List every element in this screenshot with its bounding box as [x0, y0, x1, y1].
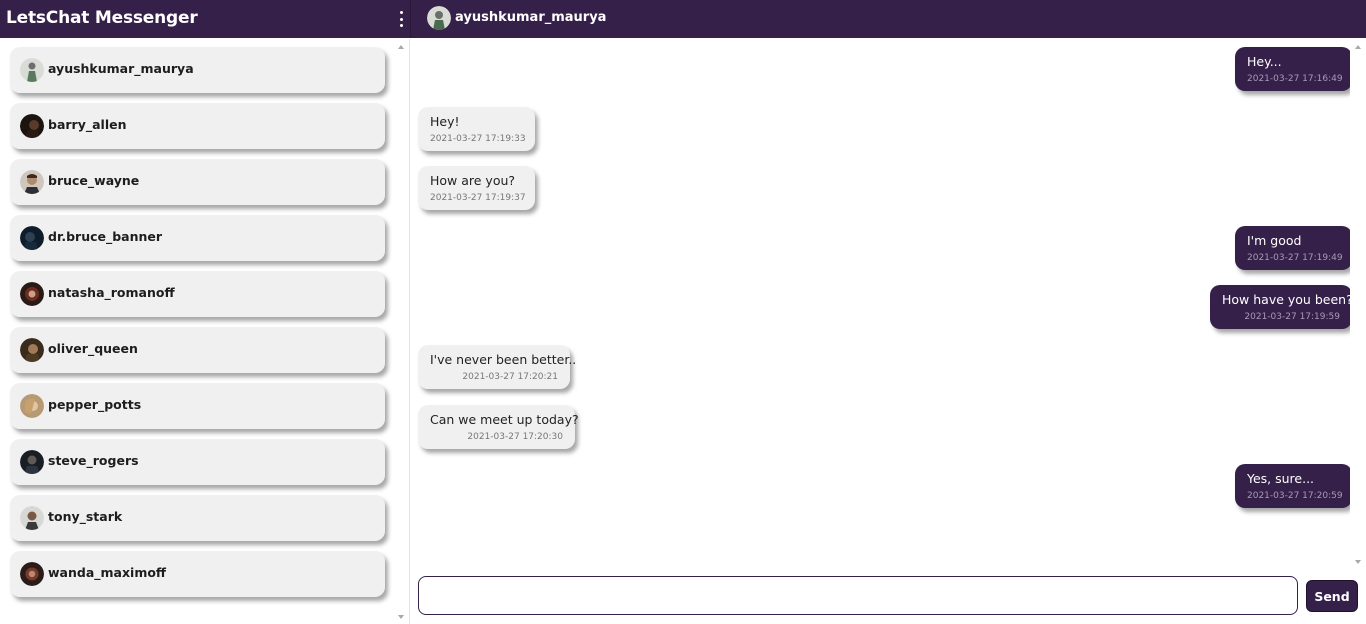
contact-name: barry_allen	[48, 117, 127, 132]
contact-name: wanda_maximoff	[48, 565, 167, 580]
message-bubble-received: Can we meet up today? 2021-03-27 17:20:3…	[418, 405, 579, 449]
avatar	[20, 338, 44, 362]
top-bar: LetsChat Messenger ayushkumar_maurya	[0, 0, 1366, 38]
contact-name: dr.bruce_banner	[48, 229, 163, 244]
avatar	[20, 58, 44, 82]
message-text: Yes, sure...	[1247, 471, 1315, 486]
message-text: Hey!	[430, 114, 460, 129]
chat-panel: Hey... 2021-03-27 17:16:49 Hey! 2021-03-…	[411, 39, 1366, 624]
message-bubble-sent: Hey... 2021-03-27 17:16:49	[1235, 47, 1350, 91]
message-text: Can we meet up today?	[430, 412, 579, 427]
avatar	[20, 562, 44, 586]
message-bubble-sent: Yes, sure... 2021-03-27 17:20:59	[1235, 464, 1350, 508]
message-bubble-received: How are you? 2021-03-27 17:19:37	[418, 166, 535, 210]
contact-item-natasha-romanoff[interactable]: natasha_romanoff	[10, 271, 385, 317]
contact-name: tony_stark	[48, 509, 123, 524]
message-timestamp: 2021-03-27 17:19:49	[1247, 253, 1343, 263]
message-text: How are you?	[430, 173, 516, 188]
message-bubble-sent: I'm good 2021-03-27 17:19:49	[1235, 226, 1350, 270]
avatar	[20, 282, 44, 306]
message-timestamp: 2021-03-27 17:20:30	[467, 432, 563, 442]
more-vertical-icon[interactable]	[396, 11, 406, 27]
contact-item-dr-bruce-banner[interactable]: dr.bruce_banner	[10, 215, 385, 261]
contact-name: oliver_queen	[48, 341, 138, 356]
contact-item-oliver-queen[interactable]: oliver_queen	[10, 327, 385, 373]
message-timestamp: 2021-03-27 17:20:21	[462, 372, 558, 382]
message-input[interactable]	[418, 576, 1298, 615]
scroll-down-arrow-icon[interactable]	[398, 615, 404, 619]
scroll-down-arrow-icon[interactable]	[1355, 560, 1361, 564]
contact-item-wanda-maximoff[interactable]: wanda_maximoff	[10, 551, 385, 597]
message-list: Hey... 2021-03-27 17:16:49 Hey! 2021-03-…	[411, 39, 1350, 569]
message-timestamp: 2021-03-27 17:19:37	[430, 193, 526, 203]
contact-name: natasha_romanoff	[48, 285, 175, 300]
contact-name: ayushkumar_maurya	[48, 61, 194, 76]
message-bubble-sent: How have you been? 2021-03-27 17:19:59	[1210, 285, 1350, 329]
chat-contact-name: ayushkumar_maurya	[455, 10, 607, 25]
contact-item-steve-rogers[interactable]: steve_rogers	[10, 439, 385, 485]
contact-list: ayushkumar_maurya barry_allen bruce_wayn…	[0, 39, 392, 624]
message-text: Hey...	[1247, 54, 1282, 69]
divider	[410, 0, 411, 38]
send-button[interactable]: Send	[1306, 580, 1358, 612]
scroll-up-arrow-icon[interactable]	[398, 45, 404, 49]
message-bubble-received: I've never been better.. 2021-03-27 17:2…	[418, 345, 577, 389]
message-timestamp: 2021-03-27 17:16:49	[1247, 74, 1343, 84]
message-text: I'm good	[1247, 233, 1302, 248]
contact-item-bruce-wayne[interactable]: bruce_wayne	[10, 159, 385, 205]
contact-name: steve_rogers	[48, 453, 139, 468]
app-title: LetsChat Messenger	[6, 8, 198, 28]
contact-item-ayushkumar-maurya[interactable]: ayushkumar_maurya	[10, 47, 385, 93]
message-text: I've never been better..	[430, 352, 577, 367]
message-timestamp: 2021-03-27 17:19:33	[430, 134, 526, 144]
contact-name: bruce_wayne	[48, 173, 140, 188]
avatar	[20, 114, 44, 138]
scroll-up-arrow-icon[interactable]	[1355, 45, 1361, 49]
contact-item-tony-stark[interactable]: tony_stark	[10, 495, 385, 541]
avatar	[20, 450, 44, 474]
message-text: How have you been?	[1222, 292, 1350, 307]
chat-scrollbar[interactable]	[1350, 39, 1366, 569]
message-timestamp: 2021-03-27 17:19:59	[1244, 312, 1340, 322]
avatar	[20, 394, 44, 418]
contact-item-barry-allen[interactable]: barry_allen	[10, 103, 385, 149]
sidebar-scrollbar[interactable]	[393, 39, 409, 624]
contact-name: pepper_potts	[48, 397, 142, 412]
contacts-sidebar: ayushkumar_maurya barry_allen bruce_wayn…	[0, 39, 410, 624]
avatar	[20, 226, 44, 250]
message-timestamp: 2021-03-27 17:20:59	[1247, 491, 1343, 501]
avatar	[20, 170, 44, 194]
contact-avatar	[427, 6, 451, 30]
avatar	[20, 506, 44, 530]
message-bubble-received: Hey! 2021-03-27 17:19:33	[418, 107, 535, 151]
contact-item-pepper-potts[interactable]: pepper_potts	[10, 383, 385, 429]
